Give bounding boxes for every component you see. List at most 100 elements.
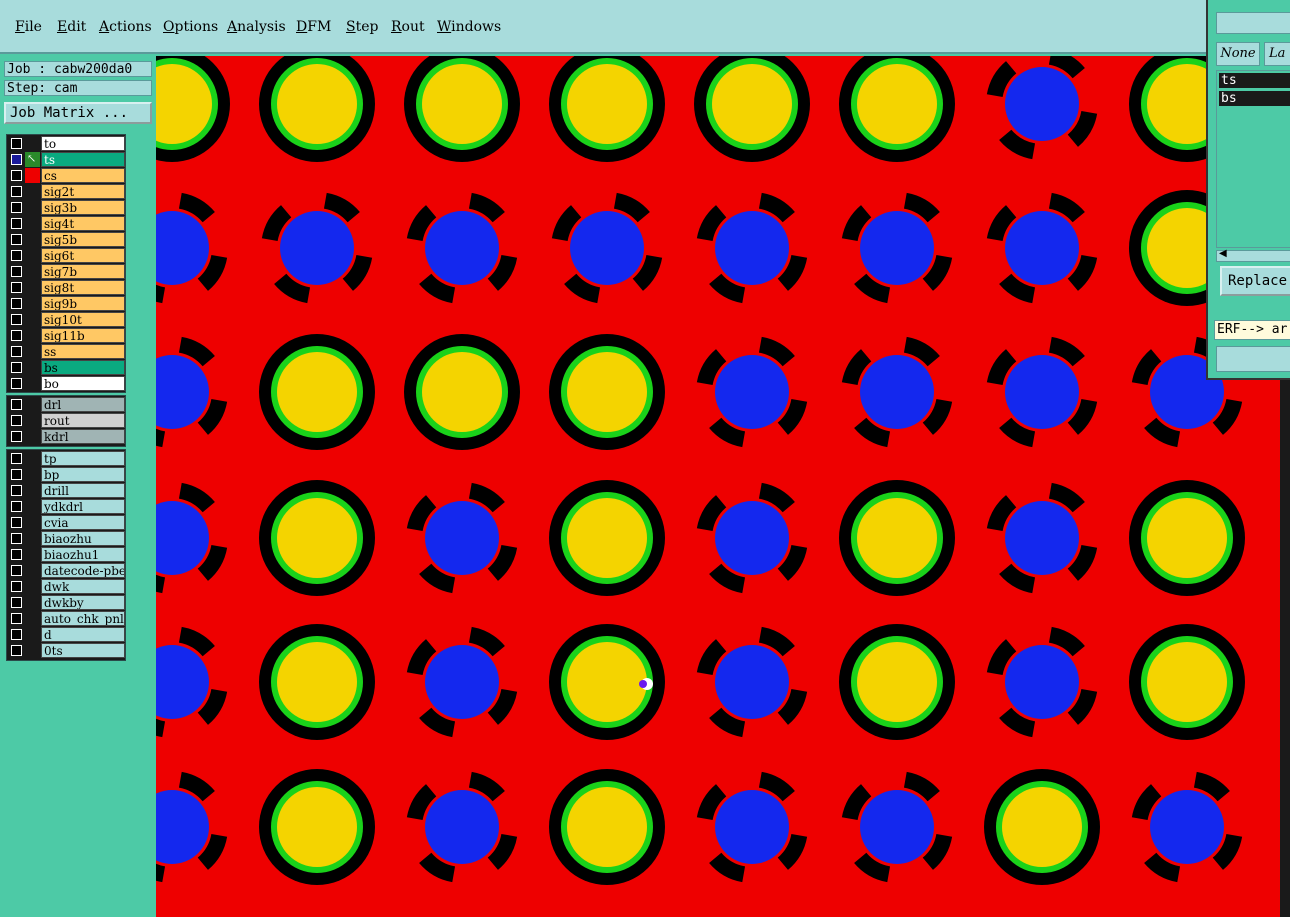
pad[interactable] [567,642,647,722]
layer-name[interactable]: sig6t [41,248,125,263]
layer-checkbox[interactable] [11,517,22,528]
layer-checkbox[interactable] [11,533,22,544]
via[interactable] [156,790,209,864]
layer-row[interactable]: tp [7,451,125,466]
layer-color-swatch[interactable] [25,595,40,610]
layer-row[interactable]: d [7,627,125,642]
layer-checkbox[interactable] [11,298,22,309]
layer-name[interactable]: auto_chk_pnl [41,611,125,626]
graphics-canvas[interactable] [156,56,1280,917]
pcb-board-view[interactable] [156,56,1280,917]
layer-name[interactable]: bp [41,467,125,482]
layer-checkbox[interactable] [11,431,22,442]
layer-color-swatch[interactable] [25,547,40,562]
layer-color-swatch[interactable] [25,563,40,578]
layer-color-swatch[interactable] [25,296,40,311]
pad[interactable] [277,498,357,578]
layer-name[interactable]: sig7b [41,264,125,279]
via[interactable] [156,355,209,429]
layer-name[interactable]: ydkdrl [41,499,125,514]
scroll-left-icon[interactable]: ◀ [1219,248,1227,259]
layer-color-swatch[interactable] [25,360,40,375]
via[interactable] [1005,355,1079,429]
layer-name[interactable]: 0ts [41,643,125,658]
layer-row[interactable]: 0ts [7,643,125,658]
layer-color-swatch[interactable] [25,248,40,263]
layer-color-swatch[interactable] [25,312,40,327]
layer-name[interactable]: d [41,627,125,642]
via[interactable] [715,355,789,429]
layer-checkbox[interactable] [11,565,22,576]
layer-row[interactable]: bo [7,376,125,391]
layer-color-swatch[interactable] [25,643,40,658]
layer-name[interactable]: sig4t [41,216,125,231]
layer-name[interactable]: sig2t [41,184,125,199]
layer-checkbox[interactable] [11,469,22,480]
layer-row[interactable]: to [7,136,125,151]
layer-name[interactable]: dwk [41,579,125,594]
layer-checkbox[interactable] [11,362,22,373]
pad[interactable] [422,352,502,432]
layer-color-swatch[interactable] [25,499,40,514]
layer-color-swatch[interactable] [25,451,40,466]
layer-row[interactable]: bs [7,360,125,375]
via[interactable] [715,501,789,575]
pad[interactable] [1147,498,1227,578]
layer-checkbox[interactable] [11,597,22,608]
via[interactable] [1150,790,1224,864]
layer-checkbox[interactable] [11,415,22,426]
layer-checkbox[interactable] [11,282,22,293]
layer-name[interactable]: sig11b [41,328,125,343]
layer-name[interactable]: sig10t [41,312,125,327]
pad[interactable] [857,498,937,578]
layer-checkbox[interactable] [11,154,22,165]
layer-name[interactable]: sig5b [41,232,125,247]
layer-row[interactable]: dwkby [7,595,125,610]
layer-name[interactable]: rout [41,413,125,428]
layer-color-swatch[interactable] [25,579,40,594]
via[interactable] [1005,67,1079,141]
layer-color-swatch[interactable] [25,467,40,482]
pad[interactable] [277,64,357,144]
none-button[interactable]: None [1216,42,1260,66]
layer-color-swatch[interactable] [25,483,40,498]
via[interactable] [1005,501,1079,575]
layer-checkbox[interactable] [11,234,22,245]
via[interactable] [156,645,209,719]
pad[interactable] [567,64,647,144]
replace-button[interactable]: Replace [1220,266,1290,296]
pad[interactable] [567,352,647,432]
layer-checkbox[interactable] [11,645,22,656]
layer-checkbox[interactable] [11,453,22,464]
menu-rout[interactable]: Rout [391,19,425,35]
layer-name[interactable]: ss [41,344,125,359]
layer-color-swatch[interactable] [25,531,40,546]
via[interactable] [860,355,934,429]
layer-color-swatch[interactable] [25,232,40,247]
layer-name[interactable]: cs [41,168,125,183]
menu-file[interactable]: File [15,19,42,35]
layer-row[interactable]: sig9b [7,296,125,311]
layer-name[interactable]: bs [41,360,125,375]
layer-row[interactable]: sig5b [7,232,125,247]
layer-checkbox[interactable] [11,266,22,277]
layer-checkbox[interactable] [11,202,22,213]
layer-name[interactable]: tp [41,451,125,466]
layer-color-swatch[interactable]: ↖ [25,152,40,167]
popup-layer-item[interactable]: bs [1219,91,1290,106]
layer-row[interactable]: sig10t [7,312,125,327]
layer-checkbox[interactable] [11,378,22,389]
horizontal-scrollbar[interactable]: ◀ [1216,248,1290,262]
layer-name[interactable]: cvia [41,515,125,530]
layer-checkbox[interactable] [11,218,22,229]
layer-row[interactable]: biaozhu [7,531,125,546]
layer-color-swatch[interactable] [25,328,40,343]
layer-row[interactable]: sig7b [7,264,125,279]
layer-checkbox[interactable] [11,581,22,592]
layer-name[interactable]: datecode-pbe [41,563,125,578]
menu-actions[interactable]: Actions [99,19,152,35]
via[interactable] [860,790,934,864]
layer-row[interactable]: cvia [7,515,125,530]
layer-row[interactable]: sig3b [7,200,125,215]
layer-row[interactable]: bp [7,467,125,482]
